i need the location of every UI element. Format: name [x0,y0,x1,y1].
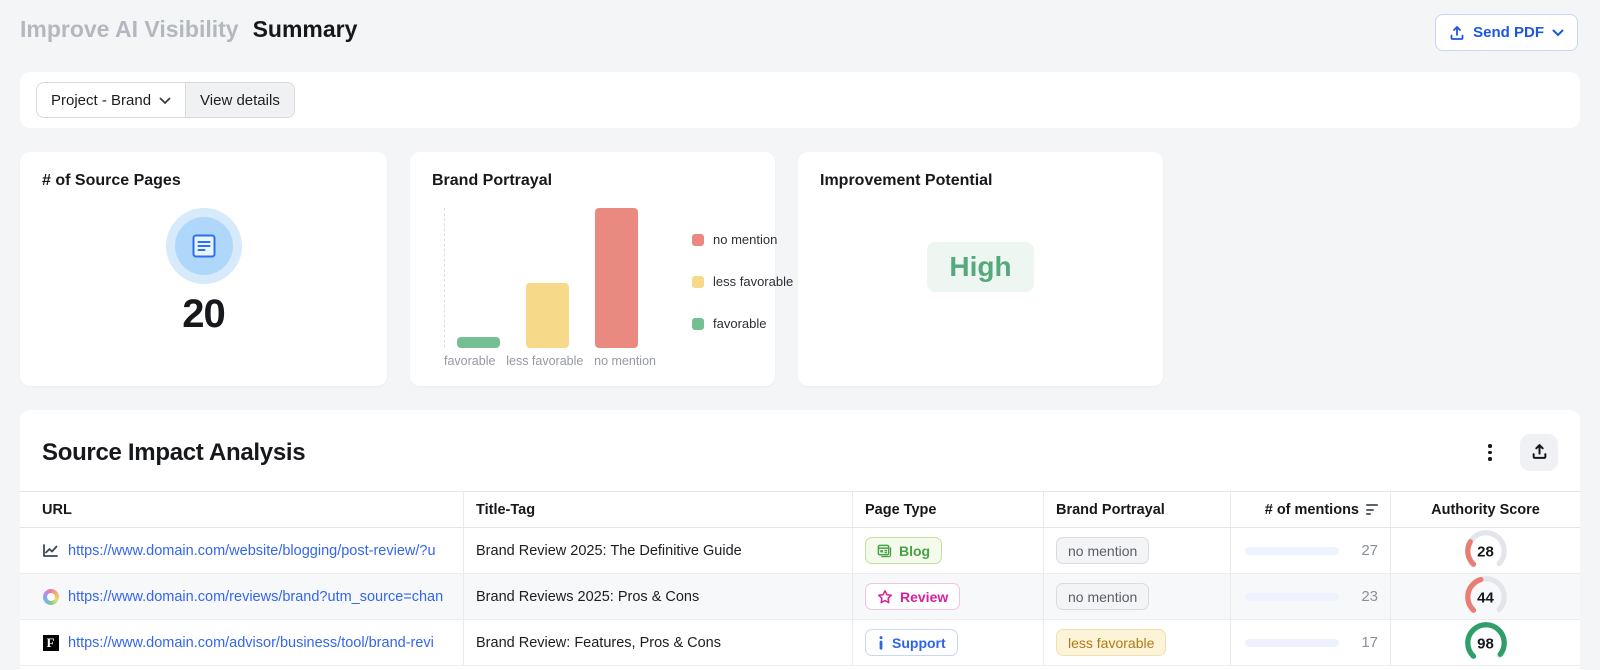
improvement-potential-title: Improvement Potential [798,152,1163,190]
table-header-row: URL Title-Tag Page Type Brand Portrayal … [20,492,1580,528]
url-link[interactable]: https://www.domain.com/website/blogging/… [68,543,451,559]
legend-swatch-icon [692,318,704,330]
send-pdf-button[interactable]: Send PDF [1435,14,1578,51]
title-tag-text: Brand Review 2025: The Definitive Guide [476,543,742,559]
mentions-bar [1245,593,1339,601]
table-row: https://www.domain.com/website/blogging/… [20,528,1580,574]
view-details-button[interactable]: View details [185,83,294,117]
brand-portrayal-card: Brand Portrayal favorable less favorable n… [410,152,775,386]
authority-score-value: 98 [1463,636,1509,653]
export-table-button[interactable] [1520,434,1558,471]
x-tick-label: favorable [444,354,495,368]
kebab-menu-icon[interactable] [1478,441,1502,465]
export-icon [1449,25,1465,41]
source-pages-value: 20 [182,292,225,337]
legend-item: favorable [692,316,793,331]
page-header: Improve AI Visibility Summary [20,16,357,43]
document-icon [166,208,242,284]
brand-portrayal-badge: less favorable [1056,629,1166,656]
project-dropdown-value: Project - Brand [51,92,151,109]
project-control-group: Project - Brand View details [36,82,295,118]
authority-score-gauge: 28 [1463,528,1509,574]
mentions-bar [1245,639,1339,647]
brand-portrayal-title: Brand Portrayal [410,152,775,190]
bar-no-mention [595,208,638,348]
chevron-down-icon [1552,29,1564,37]
legend-swatch-icon [692,234,704,246]
table-title: Source Impact Analysis [42,439,305,467]
authority-score-value: 28 [1463,544,1509,561]
source-pages-title: # of Source Pages [20,152,387,190]
mentions-bar [1245,547,1339,555]
bar-chart-legend: no mention less favorable favorable [692,232,793,331]
page-type-badge: Support [865,629,958,656]
authority-score-gauge: 98 [1463,620,1509,666]
breadcrumb: Improve AI Visibility [20,16,239,43]
legend-swatch-icon [692,276,704,288]
x-tick-label: no mention [594,354,656,368]
legend-label: favorable [713,316,766,331]
brand-portrayal-badge: no mention [1056,583,1149,610]
bar-chart-x-labels: favorable less favorable no mention [444,354,656,368]
col-header-brand-portrayal: Brand Portrayal [1043,492,1230,527]
source-impact-analysis-card: Source Impact Analysis URL Title-Tag Pag… [20,410,1580,670]
view-details-label: View details [200,92,280,109]
authority-score-gauge: 44 [1463,574,1509,620]
swirl-favicon-icon [42,588,59,605]
export-icon [1531,443,1548,463]
col-header-title-tag: Title-Tag [463,492,852,527]
forbes-f-favicon-icon: F [42,634,59,651]
page-type-badge: Blog [865,537,942,564]
improvement-potential-value: High [927,242,1033,292]
col-header-page-type: Page Type [852,492,1043,527]
url-link[interactable]: https://www.domain.com/advisor/business/… [68,635,451,651]
improvement-potential-card: Improvement Potential High [798,152,1163,386]
table-row: https://www.domain.com/reviews/brand?utm… [20,574,1580,620]
col-header-authority-score: Authority Score [1390,492,1580,527]
page-type-badge: Review [865,583,960,610]
col-header-url: URL [20,492,463,527]
chevron-down-icon [159,92,171,109]
send-pdf-label: Send PDF [1473,24,1544,41]
legend-item: no mention [692,232,793,247]
title-tag-text: Brand Reviews 2025: Pros & Cons [476,589,699,605]
authority-score-value: 44 [1463,590,1509,607]
page-title: Summary [253,16,358,43]
legend-label: no mention [713,232,777,247]
x-tick-label: less favorable [506,354,583,368]
legend-label: less favorable [713,274,793,289]
sort-icon[interactable] [1366,504,1378,515]
mentions-value: 27 [1361,542,1378,559]
filter-bar: Project - Brand View details [20,72,1580,128]
project-dropdown[interactable]: Project - Brand [37,83,185,117]
mentions-value: 17 [1361,634,1378,651]
source-table: URL Title-Tag Page Type Brand Portrayal … [20,491,1580,666]
col-header-mentions: # of mentions [1230,492,1390,527]
source-pages-card: # of Source Pages 20 [20,152,387,386]
brand-portrayal-chart: favorable less favorable no mention no men… [444,204,759,386]
chart-line-favicon-icon [42,542,59,559]
title-tag-text: Brand Review: Features, Pros & Cons [476,635,721,651]
bar-less-favorable [526,283,569,348]
mentions-value: 23 [1361,588,1378,605]
brand-portrayal-badge: no mention [1056,537,1149,564]
legend-item: less favorable [692,274,793,289]
url-link[interactable]: https://www.domain.com/reviews/brand?utm… [68,589,451,605]
bar-favorable [457,337,500,348]
table-row: F https://www.domain.com/advisor/busines… [20,620,1580,666]
bar-chart-plot [444,208,650,348]
